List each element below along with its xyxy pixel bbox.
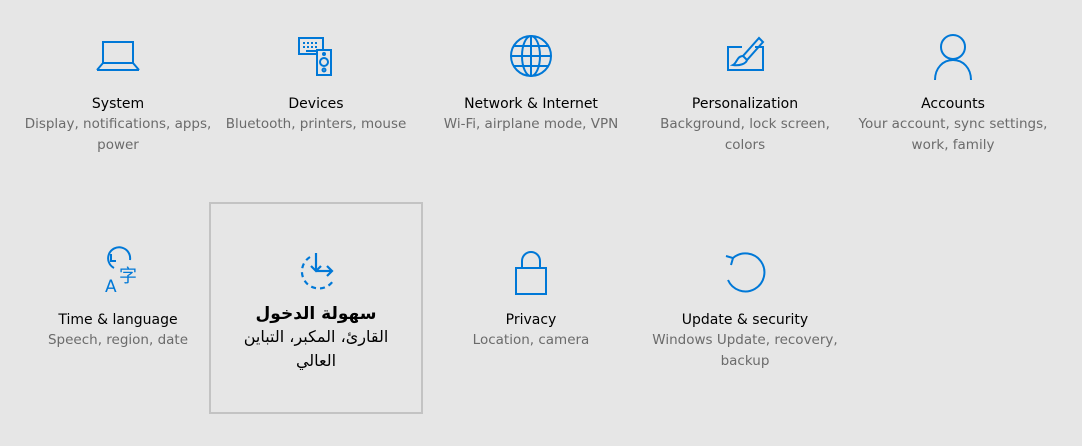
tile-description: Display, notifications, apps, power: [24, 116, 212, 153]
person-icon: [927, 30, 979, 82]
time-language-icon: A 字: [92, 246, 144, 298]
svg-text:A: A: [105, 277, 117, 297]
tile-update-security[interactable]: Update & security Windows Update, recove…: [638, 246, 852, 372]
tile-devices[interactable]: Devices Bluetooth, printers, mouse: [209, 30, 423, 135]
tile-personalization[interactable]: Personalization Background, lock screen,…: [638, 30, 852, 156]
tile-title: سهولة الدخول: [255, 304, 377, 324]
tile-description: Speech, region, date: [47, 332, 189, 348]
tile-title: Privacy: [505, 312, 557, 328]
tile-title: Personalization: [691, 96, 799, 112]
tile-title: System: [91, 96, 145, 112]
tile-title: Time & language: [58, 312, 178, 328]
refresh-icon: [719, 246, 771, 298]
globe-icon: [505, 30, 557, 82]
devices-icon: [290, 30, 342, 82]
tile-accounts[interactable]: Accounts Your account, sync settings, wo…: [846, 30, 1060, 156]
tile-ease-of-access[interactable]: سهولة الدخول القارئ، المكبر، التباين الع…: [209, 202, 423, 414]
tile-description: القارئ، المكبر، التباين العالي: [243, 327, 389, 370]
settings-home: System Display, notifications, apps, pow…: [0, 0, 1082, 446]
tile-title: Accounts: [921, 96, 985, 112]
personalization-icon: [719, 30, 771, 82]
tile-title: Devices: [288, 96, 344, 112]
tile-description: Your account, sync settings, work, famil…: [858, 116, 1048, 153]
tile-system[interactable]: System Display, notifications, apps, pow…: [11, 30, 225, 156]
tile-network-internet[interactable]: Network & Internet Wi-Fi, airplane mode,…: [424, 30, 638, 135]
svg-text:字: 字: [119, 266, 137, 287]
lock-icon: [505, 246, 557, 298]
tile-description: Wi-Fi, airplane mode, VPN: [443, 116, 619, 132]
tile-description: Windows Update, recovery, backup: [652, 332, 838, 369]
laptop-icon: [92, 30, 144, 82]
tile-description: Bluetooth, printers, mouse: [225, 116, 407, 132]
tile-title: Network & Internet: [464, 96, 598, 112]
tile-title: Update & security: [681, 312, 809, 328]
tile-description: Location, camera: [472, 332, 590, 348]
tile-description: Background, lock screen, colors: [660, 116, 830, 153]
ease-of-access-icon: [290, 247, 342, 299]
tile-privacy[interactable]: Privacy Location, camera: [424, 246, 638, 351]
tile-time-language[interactable]: A 字 Time & language Speech, region, date: [11, 246, 225, 351]
